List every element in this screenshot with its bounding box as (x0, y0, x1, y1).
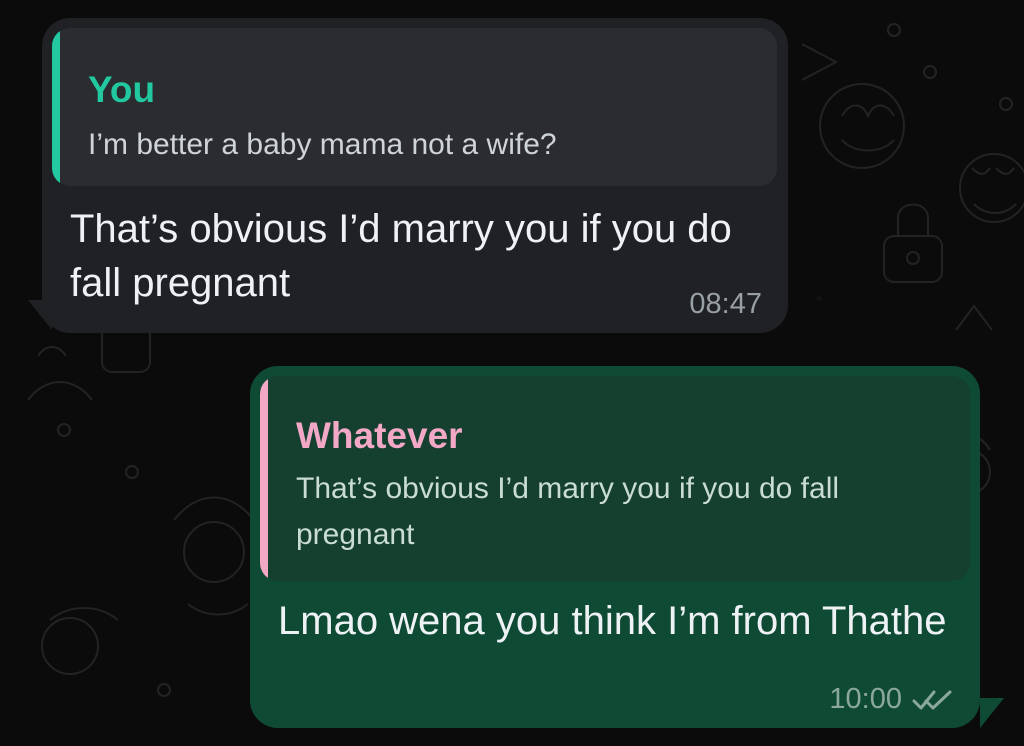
outgoing-message-meta: 10:00 (829, 685, 954, 714)
incoming-message-time: 08:47 (689, 288, 762, 320)
outgoing-bubble-tail (980, 698, 1004, 728)
double-check-icon (912, 688, 954, 712)
incoming-message-meta: 08:47 (689, 290, 762, 319)
incoming-reply-author: You (88, 69, 156, 110)
incoming-reply-text: I’m better a baby mama not a wife? (88, 128, 557, 161)
outgoing-message-time: 10:00 (829, 683, 902, 715)
outgoing-reply-preview[interactable]: Whatever That’s obvious I’d marry you if… (260, 376, 970, 581)
outgoing-reply-text: That’s obvious I’d marry you if you do f… (296, 472, 840, 551)
outgoing-reply-accent-bar (260, 376, 268, 581)
incoming-reply-accent-bar (52, 28, 60, 186)
outgoing-message-bubble[interactable]: Whatever That’s obvious I’d marry you if… (250, 366, 980, 728)
chat-window: You I’m better a baby mama not a wife? T… (0, 0, 1024, 746)
outgoing-message-text: Lmao wena you think I’m from Thathe (278, 599, 947, 643)
incoming-reply-preview[interactable]: You I’m better a baby mama not a wife? (52, 28, 777, 186)
incoming-message-bubble[interactable]: You I’m better a baby mama not a wife? T… (42, 18, 788, 333)
outgoing-reply-author: Whatever (296, 415, 463, 456)
incoming-message-text: That’s obvious I’d marry you if you do f… (70, 207, 732, 305)
